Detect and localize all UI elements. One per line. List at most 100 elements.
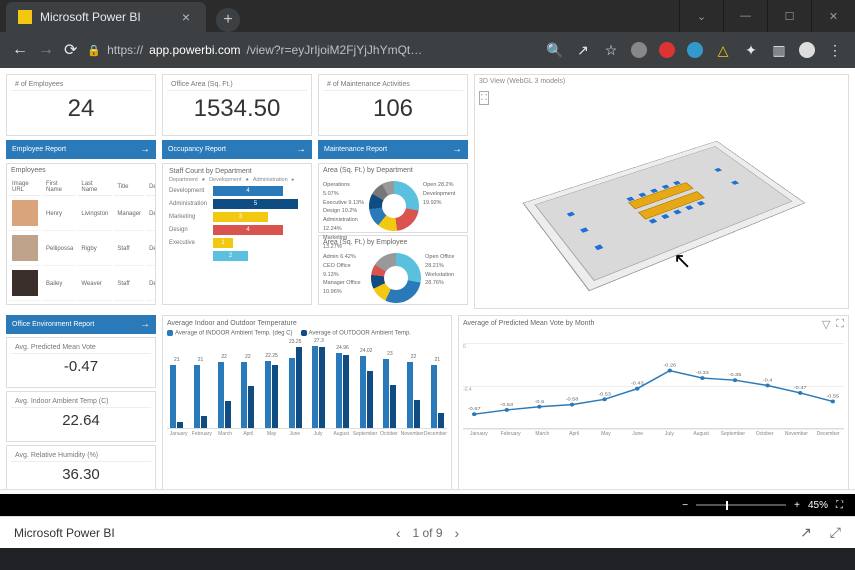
outdoor-bar[interactable] [414,400,420,428]
table-row[interactable]: LintonKirkpatrickStaffDevelopment [9,303,156,305]
avatar [12,270,38,296]
back-button[interactable]: ← [12,41,28,59]
x-label: December [424,431,447,437]
indoor-bar[interactable] [289,358,295,428]
table-col-header[interactable]: Title [114,179,144,196]
kpi-area: Office Area (Sq. Ft.) 1534.50 [162,74,312,136]
office-env-report-button[interactable]: Office Environment Report→ [6,315,156,334]
staff-chart-card: Staff Count by Department Department ●De… [162,163,312,305]
address-bar[interactable]: 🔒 https://app.powerbi.com/view?r=eyJrIjo… [87,43,537,57]
extension-icon-2[interactable] [659,42,675,58]
svg-text:-0.33: -0.33 [696,370,709,376]
employee-report-label: Employee Report [12,146,66,153]
window-dropdown-icon[interactable]: ⌄ [679,0,723,32]
staff-chart-legend: Department ●Development ●Administration … [169,177,305,183]
zoom-pct: 45% [808,500,828,511]
kebab-menu-icon[interactable]: ⋮ [827,42,843,58]
outdoor-bar[interactable] [177,422,183,428]
employees-table-card: Employees Image URLFirst NameLast NameTi… [6,163,156,305]
fit-page-icon[interactable]: ⛶ [836,500,843,511]
outdoor-bar[interactable] [319,347,325,427]
zoom-out-button[interactable]: − [682,500,688,511]
prev-page-button[interactable]: ‹ [396,525,401,541]
filter-icon[interactable]: ▽ [822,318,830,331]
reload-button[interactable]: ⟳ [64,40,77,60]
kpi-area-label: Office Area (Sq. Ft.) [167,79,307,91]
fullscreen-report-icon[interactable]: ⤢ [830,524,841,541]
table-row[interactable]: HenryLivingstonManagerDesign [9,198,156,231]
profile-avatar[interactable] [799,42,815,58]
table-col-header[interactable]: Department [146,179,156,196]
table-cell: Livingston [78,198,112,231]
bar[interactable]: 1 [213,238,233,248]
indoor-bar[interactable] [265,361,271,428]
table-row[interactable]: PellipossaRigbyStaffDevelopment [9,233,156,266]
indoor-bar[interactable] [336,353,342,428]
bar[interactable]: 2 [213,251,248,261]
table-col-header[interactable]: Last Name [78,179,112,196]
outdoor-bar[interactable] [343,355,349,427]
bar[interactable]: 4 [213,186,283,196]
fullscreen-icon[interactable]: ⛶ [479,91,489,105]
indoor-bar[interactable] [241,362,247,428]
outdoor-bar[interactable] [390,385,396,428]
bar[interactable]: 3 [213,212,268,222]
outdoor-bar[interactable] [438,413,444,428]
employees-table[interactable]: Image URLFirst NameLast NameTitleDepartm… [7,177,156,305]
env-kpi-label: Avg. Indoor Ambient Temp (C) [11,396,151,408]
occupancy-report-button[interactable]: Occupancy Report→ [162,140,312,159]
next-page-button[interactable]: › [455,525,460,541]
indoor-bar[interactable] [194,365,200,428]
window-close-icon[interactable]: ✕ [811,0,855,32]
outdoor-bar[interactable] [225,401,231,428]
employee-report-button[interactable]: Employee Report→ [6,140,156,159]
indoor-bar[interactable] [407,362,413,428]
indoor-bar[interactable] [360,356,366,428]
extension-icon-1[interactable] [631,42,647,58]
x-label: November [401,431,424,437]
table-col-header[interactable]: Image URL [9,179,41,196]
indoor-bar[interactable] [170,365,176,428]
reading-list-icon[interactable]: ▥ [771,42,787,58]
chevron-right-icon[interactable]: ▸ [292,177,295,183]
3d-viewer[interactable]: 3D View (WebGL 3 models) ⛶ [474,74,849,309]
extensions-puzzle-icon[interactable]: ✦ [743,42,759,58]
tab-close-icon[interactable]: × [182,9,190,25]
window-minimize-icon[interactable]: — [723,0,767,32]
outdoor-bar[interactable] [272,365,278,428]
new-tab-button[interactable]: + [216,8,240,32]
share-report-icon[interactable]: ↗ [800,524,812,541]
indoor-bar[interactable] [218,362,224,428]
zoom-in-button[interactable]: + [794,500,800,511]
extension-icon-3[interactable] [687,42,703,58]
indoor-bar[interactable] [431,365,437,428]
building-model[interactable]: ↖ [522,118,802,308]
arrow-right-icon: → [452,144,462,155]
search-icon[interactable]: 🔍 [547,42,563,58]
bar[interactable]: 5 [213,199,298,209]
forward-button[interactable]: → [38,41,54,59]
svg-text:-0.53: -0.53 [598,392,611,398]
extension-icon-4[interactable]: △ [715,42,731,58]
bar-group: 22 [214,362,234,428]
window-maximize-icon[interactable]: ☐ [767,0,811,32]
table-row[interactable]: BaileyWeaverStaffDesign [9,268,156,301]
table-col-header[interactable]: First Name [43,179,76,196]
kpi-maint-label: # of Maintenance Activities [323,79,463,91]
indoor-bar[interactable] [383,359,389,428]
share-icon[interactable]: ↗ [575,42,591,58]
bar-row: Executive1 [169,238,305,248]
bar[interactable]: 4 [213,225,283,235]
outdoor-bar[interactable] [201,416,207,428]
maintenance-report-button[interactable]: Maintenance Report→ [318,140,468,159]
outdoor-bar[interactable] [248,386,254,428]
focus-mode-icon[interactable]: ⛶ [836,318,844,331]
indoor-bar[interactable] [312,346,318,428]
bar-row: Administration5 [169,199,305,209]
outdoor-bar[interactable] [296,347,302,428]
outdoor-bar[interactable] [367,371,373,428]
zoom-slider[interactable] [696,504,786,506]
bookmark-star-icon[interactable]: ☆ [603,42,619,58]
browser-tab-active[interactable]: Microsoft Power BI × [6,2,206,32]
legend-item: Workstation 28.76% [425,271,463,289]
